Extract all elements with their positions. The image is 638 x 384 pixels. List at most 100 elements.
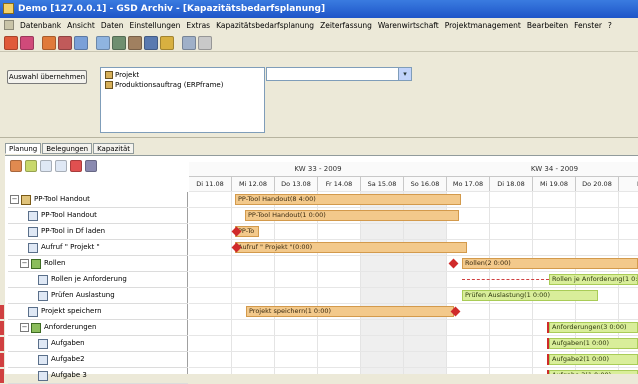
settings-icon[interactable] [85, 160, 97, 172]
gantt-chart: KW 33 - 2009 KW 34 - 2009 Di 11.08 Mi 12.08… [189, 162, 638, 374]
status-marker [0, 321, 4, 335]
tab-belegungen[interactable]: Belegungen [42, 143, 93, 154]
menu-daten[interactable]: Daten [101, 21, 124, 30]
gantt-bar[interactable]: Aufgabe 3(1 0:00) [549, 370, 638, 374]
menu-warenwirtschaft[interactable]: Warenwirtschaft [378, 21, 439, 30]
app-icon [3, 3, 14, 14]
menu-extras[interactable]: Extras [186, 21, 210, 30]
table2-icon[interactable] [144, 35, 158, 50]
menu-fenster[interactable]: Fenster [574, 21, 602, 30]
tree-row[interactable]: Prüfen Auslastung [8, 288, 188, 304]
new-group-icon[interactable] [25, 160, 37, 172]
list-item[interactable]: Produktionsauftrag (ERPframe) [105, 80, 260, 90]
tree-row[interactable]: Aufgaben [0, 336, 188, 352]
tree-row-label: Rollen [44, 259, 66, 267]
day-column [490, 192, 533, 374]
gantt-bar[interactable]: Aufruf " Projekt "(0:00) [235, 242, 467, 253]
tree-row-label: Prüfen Auslastung [51, 291, 115, 299]
table-icon[interactable] [96, 35, 110, 50]
users-icon[interactable] [182, 35, 196, 50]
paste-task-icon[interactable] [55, 160, 67, 172]
gantt-bar[interactable]: PP-Tool Handout(1 0:00) [245, 210, 459, 221]
menu-projektmanagement[interactable]: Projektmanagement [445, 21, 521, 30]
list-item[interactable]: Projekt [105, 70, 260, 80]
tree-row-label: Aufgabe 3 [51, 371, 87, 379]
tree-row[interactable]: − PP-Tool Handout [8, 192, 188, 208]
task-icon [38, 355, 48, 365]
copy-task-icon[interactable] [40, 160, 52, 172]
menu-ansicht[interactable]: Ansicht [67, 21, 95, 30]
gantt-bar[interactable]: Rollen(2 0:00) [462, 258, 638, 269]
day-header: Di 11.08 [189, 177, 232, 192]
day-header: Sa 15.08 [361, 177, 404, 192]
copy-icon[interactable] [42, 35, 56, 50]
day-header: Mi 19.08 [533, 177, 576, 192]
tree-row[interactable]: Aufgabe2 [0, 352, 188, 368]
tree-row[interactable]: PP-Tool Handout [8, 208, 188, 224]
task-icon [38, 339, 48, 349]
tab-kapazitaet[interactable]: Kapazität [93, 143, 134, 154]
folder-icon [31, 259, 41, 269]
print-icon[interactable] [74, 35, 88, 50]
status-marker [0, 353, 4, 367]
report-icon[interactable] [128, 35, 142, 50]
gantt-bar[interactable]: Prüfen Auslastung(1 0:00) [462, 290, 598, 301]
status-marker [0, 305, 4, 319]
collapse-icon[interactable]: − [20, 259, 29, 268]
apply-selection-button[interactable]: Auswahl übernehmen [7, 70, 87, 84]
gantt-bar[interactable]: Aufgaben(1 0:00) [549, 338, 638, 349]
deadline-marker [547, 338, 549, 349]
task-icon [28, 243, 38, 253]
day-header: Mi 12.08 [232, 177, 275, 192]
menu-datenbank[interactable]: Datenbank [20, 21, 61, 30]
menu-help[interactable]: ? [608, 21, 612, 30]
paste-icon[interactable] [58, 35, 72, 50]
gantt-bar[interactable]: Anforderungen(3 0:00) [549, 322, 638, 333]
gantt-bar[interactable]: PP-Tool Handout(8 4:00) [235, 194, 461, 205]
tree-row[interactable]: Aufruf " Projekt " [8, 240, 188, 256]
tree-row[interactable]: PP-Tool in Df laden [8, 224, 188, 240]
menu-bearbeiten[interactable]: Bearbeiten [527, 21, 568, 30]
menu-doc-icon[interactable] [4, 20, 14, 30]
gantt-bar[interactable]: Rollen je Anforderung(1 0:00) [549, 274, 638, 285]
deadline-marker [547, 322, 549, 333]
calc-icon[interactable] [112, 35, 126, 50]
delete-icon[interactable] [70, 160, 82, 172]
main-toolbar [0, 34, 638, 52]
tree-row[interactable]: − Anforderungen [0, 320, 188, 336]
tree-row[interactable]: Aufgabe 3 [0, 368, 188, 384]
tree-row-label: PP-Tool Handout [41, 211, 97, 219]
collapse-icon[interactable]: − [10, 195, 19, 204]
gantt-bar[interactable]: Projekt speichern(1 0:00) [246, 306, 454, 317]
task-icon [38, 275, 48, 285]
deadline-marker [547, 370, 549, 374]
tree-row[interactable]: Projekt speichern [0, 304, 188, 320]
menu-zeiterfassung[interactable]: Zeiterfassung [320, 21, 372, 30]
collapse-icon[interactable]: − [20, 323, 29, 332]
day-column [189, 192, 232, 374]
menubar: Datenbank Ansicht Daten Einstellungen Ex… [0, 18, 638, 32]
deadline-marker [547, 354, 549, 365]
new-task-icon[interactable] [10, 160, 22, 172]
filter-dropdown[interactable]: ▾ [266, 67, 412, 81]
search-icon[interactable] [198, 35, 212, 50]
gantt-bar[interactable]: Aufgabe2(1 0:00) [549, 354, 638, 365]
open-icon[interactable] [20, 35, 34, 50]
week-header: KW 34 - 2009 [447, 162, 638, 177]
object-list[interactable]: Projekt Produktionsauftrag (ERPframe) [100, 67, 265, 133]
planning-toolbar [10, 160, 97, 172]
order-icon [105, 81, 113, 89]
menu-kapazitaet[interactable]: Kapazitätsbedarfsplanung [216, 21, 314, 30]
new-icon[interactable] [4, 35, 18, 50]
tab-planung[interactable]: Planung [5, 143, 42, 154]
menu-einstellungen[interactable]: Einstellungen [130, 21, 181, 30]
tag-icon[interactable] [160, 35, 174, 50]
task-tree: − PP-Tool Handout PP-Tool Handout PP-Tool i… [0, 192, 188, 384]
tree-row-label: Aufgabe2 [51, 355, 85, 363]
chevron-down-icon[interactable]: ▾ [398, 68, 411, 80]
tree-row[interactable]: Rollen je Anforderung [8, 272, 188, 288]
task-icon [28, 307, 38, 317]
folder-icon [31, 323, 41, 333]
day-header: Fr 14.08 [318, 177, 361, 192]
tree-row[interactable]: − Rollen [8, 256, 188, 272]
